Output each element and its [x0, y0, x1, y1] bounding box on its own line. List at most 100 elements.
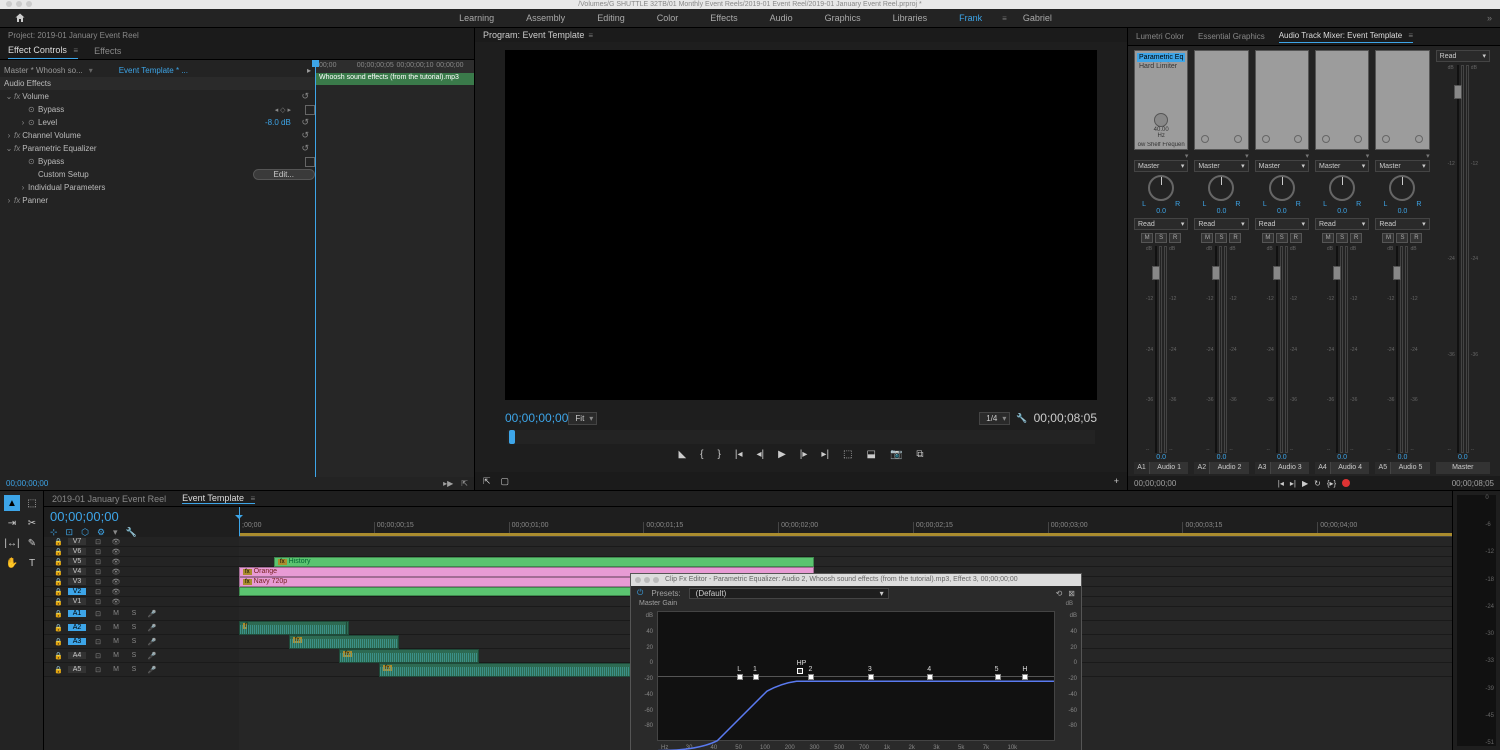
mark-clip-icon[interactable]: }	[718, 449, 721, 460]
zoom-icon[interactable]: ▸▶	[443, 479, 453, 488]
timeline-clip[interactable]: fxHistory	[274, 557, 814, 567]
ws-effects[interactable]: Effects	[694, 13, 753, 23]
fader[interactable]	[1457, 65, 1459, 453]
tab-lumetri[interactable]: Lumetri Color	[1136, 32, 1184, 41]
send-dropdown-icon[interactable]: ▾	[1245, 152, 1249, 160]
step-fwd-icon[interactable]: |▸	[800, 449, 808, 460]
ec-playhead[interactable]	[315, 60, 316, 477]
eye-icon[interactable]: 👁	[110, 588, 122, 596]
track-label[interactable]: A3	[68, 638, 86, 645]
mark-in-icon[interactable]: ◣	[678, 449, 686, 460]
output-route-select[interactable]: Master▾	[1315, 160, 1369, 172]
send-dropdown-icon[interactable]: ▾	[1305, 152, 1309, 160]
rolling-tool-icon[interactable]: ✂	[24, 515, 40, 531]
toggle-output-icon[interactable]: ⊡	[92, 588, 104, 596]
fx-slot[interactable]	[1315, 50, 1369, 150]
track-name[interactable]: A4Audio 4	[1315, 462, 1369, 474]
track-name[interactable]: A3Audio 3	[1255, 462, 1309, 474]
automation-select[interactable]: Read▾	[1134, 218, 1188, 230]
program-tc-right[interactable]: 00;00;08;05	[1034, 411, 1097, 425]
undo-icon[interactable]: ⟲	[1056, 589, 1063, 598]
fader-db-value[interactable]: 0.0	[1156, 454, 1166, 461]
mixer-tc-right[interactable]: 00;00;08;05	[1452, 479, 1494, 488]
program-scrubber[interactable]	[507, 430, 1095, 444]
audio-track-header[interactable]: 🔒A3⊡MS🎤	[44, 635, 239, 649]
power-icon[interactable]: ⏻	[637, 588, 643, 598]
pan-knob[interactable]	[1329, 175, 1355, 201]
track-label[interactable]: A4	[68, 652, 86, 659]
preset-select[interactable]: (Default)	[689, 588, 889, 599]
automation-select[interactable]: Read▾	[1375, 218, 1429, 230]
edit-button[interactable]: Edit...	[253, 169, 315, 180]
pan-value[interactable]: 0.0	[1156, 208, 1166, 215]
seq-clip-label[interactable]: Event Template * ...	[119, 66, 188, 75]
go-out-icon[interactable]: ▸|	[821, 449, 829, 460]
ec-timecode[interactable]: 00;00;00;00	[6, 479, 48, 488]
eye-icon[interactable]: 👁	[110, 578, 122, 586]
audio-track-header[interactable]: 🔒A1⊡MS🎤	[44, 607, 239, 621]
lock-icon[interactable]: 🔒	[54, 548, 62, 556]
fx-knob[interactable]	[1415, 135, 1423, 143]
send-dropdown-icon[interactable]: ▾	[1426, 152, 1430, 160]
effect-controls-timeline[interactable]: :00;0000;00;00;0500;00;00;1000;00;00 Who…	[315, 60, 474, 477]
keyframe-nav[interactable]: ◂ ◇ ▸	[275, 106, 291, 114]
pen-tool-icon[interactable]: ✎	[24, 535, 40, 551]
go-in-icon[interactable]: |◂	[735, 449, 743, 460]
toggle-output-icon[interactable]: ⊡	[92, 578, 104, 586]
record-button[interactable]: R	[1290, 233, 1302, 243]
play-icon[interactable]: ▶	[778, 449, 786, 460]
lock-icon[interactable]: 🔒	[54, 652, 62, 660]
send-dropdown-icon[interactable]: ▾	[1366, 152, 1370, 160]
video-track-header[interactable]: 🔒V4⊡👁	[44, 567, 239, 577]
mute-button[interactable]: M	[1262, 233, 1274, 243]
voice-icon[interactable]: 🎤	[146, 610, 158, 618]
fx-knob[interactable]	[1294, 135, 1302, 143]
fx-knob[interactable]	[1201, 135, 1209, 143]
track-label[interactable]: V5	[68, 558, 86, 565]
export-icon[interactable]: ⇱	[461, 479, 468, 488]
send-dropdown-icon[interactable]: ▾	[1185, 152, 1189, 160]
solo-icon[interactable]: S	[128, 624, 140, 631]
eye-icon[interactable]: 👁	[110, 598, 122, 606]
audio-track-header[interactable]: 🔒A4⊡MS🎤	[44, 649, 239, 663]
toggle-output-icon[interactable]: ⊡	[92, 624, 104, 632]
ws-frank[interactable]: Frank	[943, 13, 998, 23]
pan-value[interactable]: 0.0	[1398, 208, 1408, 215]
bypass-checkbox[interactable]	[305, 157, 315, 167]
automation-select[interactable]: Read▾	[1315, 218, 1369, 230]
fx-knob[interactable]	[1382, 135, 1390, 143]
fx-parametric-eq[interactable]: Parametric Equalizer	[22, 144, 315, 153]
fx-knob[interactable]	[1262, 135, 1270, 143]
mute-button[interactable]: M	[1141, 233, 1153, 243]
toggle-output-icon[interactable]: ⊡	[92, 598, 104, 606]
voice-icon[interactable]: 🎤	[146, 624, 158, 632]
pan-knob[interactable]	[1148, 175, 1174, 201]
lock-icon[interactable]: 🔒	[54, 568, 62, 576]
program-monitor[interactable]	[505, 50, 1097, 400]
export-frame-icon[interactable]: ⇱	[483, 476, 491, 487]
track-label[interactable]: A2	[68, 624, 86, 631]
solo-icon[interactable]: S	[128, 652, 140, 659]
lock-icon[interactable]: 🔒	[54, 538, 62, 546]
traffic-lights[interactable]	[6, 1, 32, 7]
toggle-icon[interactable]: {▸}	[1327, 479, 1336, 488]
output-route-select[interactable]: Master▾	[1255, 160, 1309, 172]
mute-button[interactable]: M	[1322, 233, 1334, 243]
record-icon[interactable]	[1342, 479, 1350, 487]
track-name[interactable]: A2Audio 2	[1194, 462, 1248, 474]
compare-icon[interactable]: ⧉	[916, 449, 923, 460]
fx-insert-name[interactable]: Parametric Eq	[1137, 53, 1185, 62]
toggle-output-icon[interactable]: ⊡	[92, 558, 104, 566]
timeline-ruler[interactable]: ;00;0000;00;00;1500;00;01;0000;00;01;150…	[239, 507, 1452, 537]
fx-volume[interactable]: Volume	[22, 92, 315, 101]
solo-button[interactable]: S	[1276, 233, 1288, 243]
eye-icon[interactable]: 👁	[110, 558, 122, 566]
toggle-output-icon[interactable]: ⊡	[92, 638, 104, 646]
fx-knob[interactable]	[1354, 135, 1362, 143]
tab-effect-controls[interactable]: Effect Controls ≡	[8, 42, 78, 59]
safe-margins-icon[interactable]: ▢	[501, 476, 510, 487]
lock-icon[interactable]: 🔒	[54, 578, 62, 586]
slip-tool-icon[interactable]: |↔|	[4, 535, 20, 551]
timeline-tc[interactable]: 00;00;00;00	[50, 509, 233, 524]
prop-individual-params[interactable]: Individual Parameters	[28, 183, 315, 192]
